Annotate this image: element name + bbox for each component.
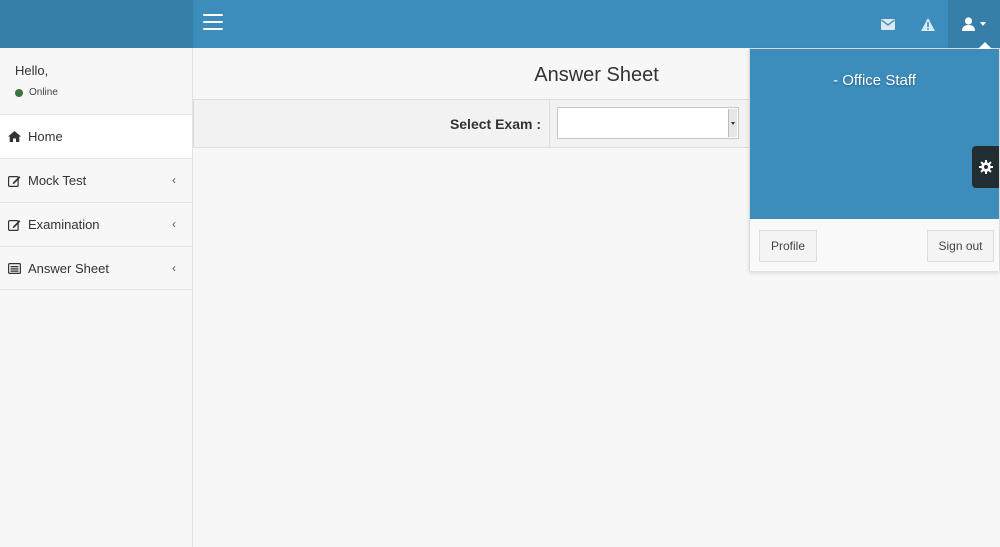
notifications-warning-icon[interactable] (908, 0, 948, 48)
online-dot-icon (15, 88, 23, 97)
status-text: Online (29, 87, 58, 98)
exam-select-label: Select Exam : (194, 100, 550, 147)
sidebar-item-label: Home (28, 129, 63, 144)
sidebar-item-answer-sheet[interactable]: Answer Sheet ‹ (0, 246, 192, 290)
sidebar-toggle-bars-icon[interactable] (203, 14, 223, 32)
sidebar: Hello, Online Home Mock Test ‹ Examinati… (0, 48, 193, 547)
exam-select-row: Select Exam : (193, 99, 750, 148)
exam-select[interactable] (557, 107, 739, 139)
sidebar-item-mock-test[interactable]: Mock Test ‹ (0, 158, 192, 202)
sidebar-item-home[interactable]: Home (0, 114, 192, 158)
list-alt-icon (7, 261, 21, 275)
user-dropdown-header: - Office Staff (750, 49, 999, 219)
sidebar-item-label: Examination (28, 217, 100, 232)
messages-envelope-icon[interactable] (868, 0, 908, 48)
user-dropdown: - Office Staff Profile Sign out (749, 42, 1000, 271)
status-indicator: Online (15, 87, 192, 98)
sidebar-item-label: Answer Sheet (28, 260, 109, 276)
chevron-left-icon: ‹ (172, 217, 176, 231)
sign-out-button[interactable]: Sign out (927, 230, 994, 262)
edit-icon (7, 218, 21, 232)
user-menu-toggle[interactable] (948, 0, 1000, 48)
dropdown-arrow-icon[interactable] (728, 109, 737, 137)
settings-gear-icon[interactable] (972, 146, 999, 188)
profile-button[interactable]: Profile (759, 230, 817, 262)
chevron-left-icon: ‹ (172, 173, 176, 187)
exam-select-cell (550, 100, 749, 147)
chevron-left-icon: ‹ (172, 261, 176, 275)
user-icon (962, 17, 975, 31)
user-dropdown-footer: Profile Sign out (750, 219, 999, 271)
sidebar-item-label: Mock Test (28, 173, 87, 188)
logo-area[interactable] (0, 0, 193, 48)
navbar (193, 0, 1000, 48)
user-role: - Office Staff (833, 72, 916, 89)
user-panel: Hello, Online (0, 48, 192, 114)
edit-icon (7, 174, 21, 188)
sidebar-item-examination[interactable]: Examination ‹ (0, 202, 192, 246)
home-icon (7, 130, 21, 144)
top-bar (0, 0, 1000, 48)
greeting: Hello, (15, 63, 49, 78)
chevron-down-icon (980, 22, 986, 26)
